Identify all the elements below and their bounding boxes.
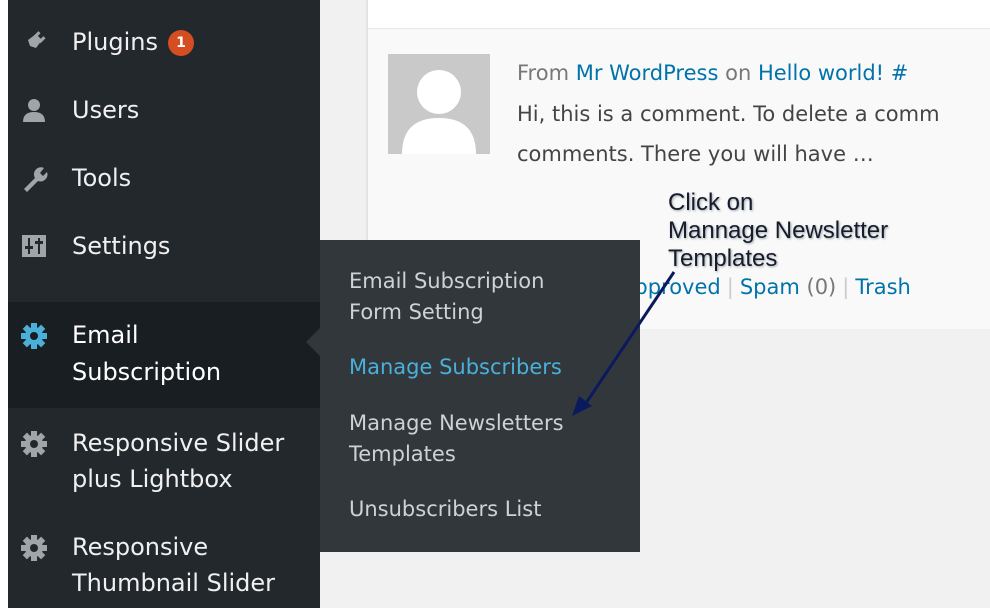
sidebar-item-email-subscription[interactable]: Email Subscription — [8, 302, 320, 408]
left-edge-strip — [0, 0, 8, 608]
divider: | — [842, 275, 850, 299]
submenu-unsubscribers-list[interactable]: Unsubscribers List — [349, 494, 541, 525]
content-top-panel — [366, 0, 990, 28]
sidebar-item-label: Tools — [72, 164, 132, 192]
gear-icon — [20, 534, 48, 562]
sidebar-item-tools[interactable]: Tools — [8, 158, 320, 198]
sidebar-item-label: Subscription — [72, 358, 222, 386]
sidebar-item-users[interactable]: Users — [8, 90, 320, 130]
spam-count: (0) — [806, 275, 837, 299]
comment-author-link[interactable]: Mr WordPress — [576, 61, 719, 85]
users-icon — [20, 96, 48, 124]
sidebar-item-label: Email — [72, 321, 139, 349]
sidebar-item-label: plus Lightbox — [72, 465, 233, 493]
sidebar-item-label: Users — [72, 96, 140, 124]
sidebar-item-label: Plugins — [72, 28, 158, 56]
sidebar-item-label: Thumbnail Slider — [72, 569, 276, 597]
submenu-form-setting[interactable]: Email Subscription Form Setting — [349, 266, 544, 328]
sidebar-item-settings[interactable]: Settings — [8, 226, 320, 266]
sidebar-item-responsive-thumbnail-slider[interactable]: Responsive Thumbnail Slider — [8, 526, 320, 606]
submenu-label: Manage Newsletters — [349, 411, 564, 435]
sidebar-item-responsive-slider[interactable]: Responsive Slider plus Lightbox — [8, 422, 320, 502]
settings-icon — [20, 232, 48, 260]
sidebar-item-label: Settings — [72, 232, 171, 260]
wrench-icon — [20, 164, 48, 192]
update-count-badge: 1 — [167, 30, 194, 56]
comment-meta: From Mr WordPress on Hello world! # — [517, 58, 908, 88]
comment-text-line-1: Hi, this is a comment. To delete a comm — [517, 102, 940, 126]
submenu-label: Form Setting — [349, 300, 484, 324]
filter-spam-link[interactable]: Spam — [740, 275, 800, 299]
flyout-pointer — [306, 328, 320, 356]
sidebar-item-label: Responsive Slider — [72, 429, 285, 457]
admin-sidebar: Plugins 1 Users Tools Settings Email Sub… — [8, 0, 320, 608]
email-subscription-submenu: Email Subscription Form Setting Manage S… — [320, 240, 640, 552]
submenu-manage-subscribers[interactable]: Manage Subscribers — [349, 352, 562, 383]
plugins-icon — [20, 28, 48, 56]
annotation-line-1: Click on — [668, 189, 754, 216]
avatar — [388, 54, 490, 154]
sidebar-item-plugins[interactable]: Plugins 1 — [8, 22, 320, 62]
divider: | — [726, 275, 734, 299]
annotation-line-3: Templates — [668, 245, 778, 272]
gear-icon — [20, 322, 48, 350]
default-avatar-icon — [402, 70, 476, 154]
submenu-label: Templates — [349, 442, 456, 466]
sidebar-item-label: Responsive — [72, 533, 209, 561]
comment-on-label: on — [725, 61, 752, 85]
gear-icon — [20, 430, 48, 458]
comment-text-line-2: comments. There you will have … — [517, 142, 874, 166]
comment-post-link[interactable]: Hello world! # — [758, 61, 908, 85]
annotation-line-2: Mannage Newsletter — [668, 217, 889, 244]
filter-trash-link[interactable]: Trash — [855, 275, 911, 299]
submenu-label: Unsubscribers List — [349, 497, 542, 521]
comment-filters: Approved | Spam (0) | Trash — [620, 272, 911, 302]
submenu-manage-newsletters-templates[interactable]: Manage Newsletters Templates — [349, 408, 564, 470]
submenu-label: Email Subscription — [349, 269, 545, 293]
comment-from-label: From — [517, 61, 570, 85]
submenu-label: Manage Subscribers — [349, 355, 562, 379]
